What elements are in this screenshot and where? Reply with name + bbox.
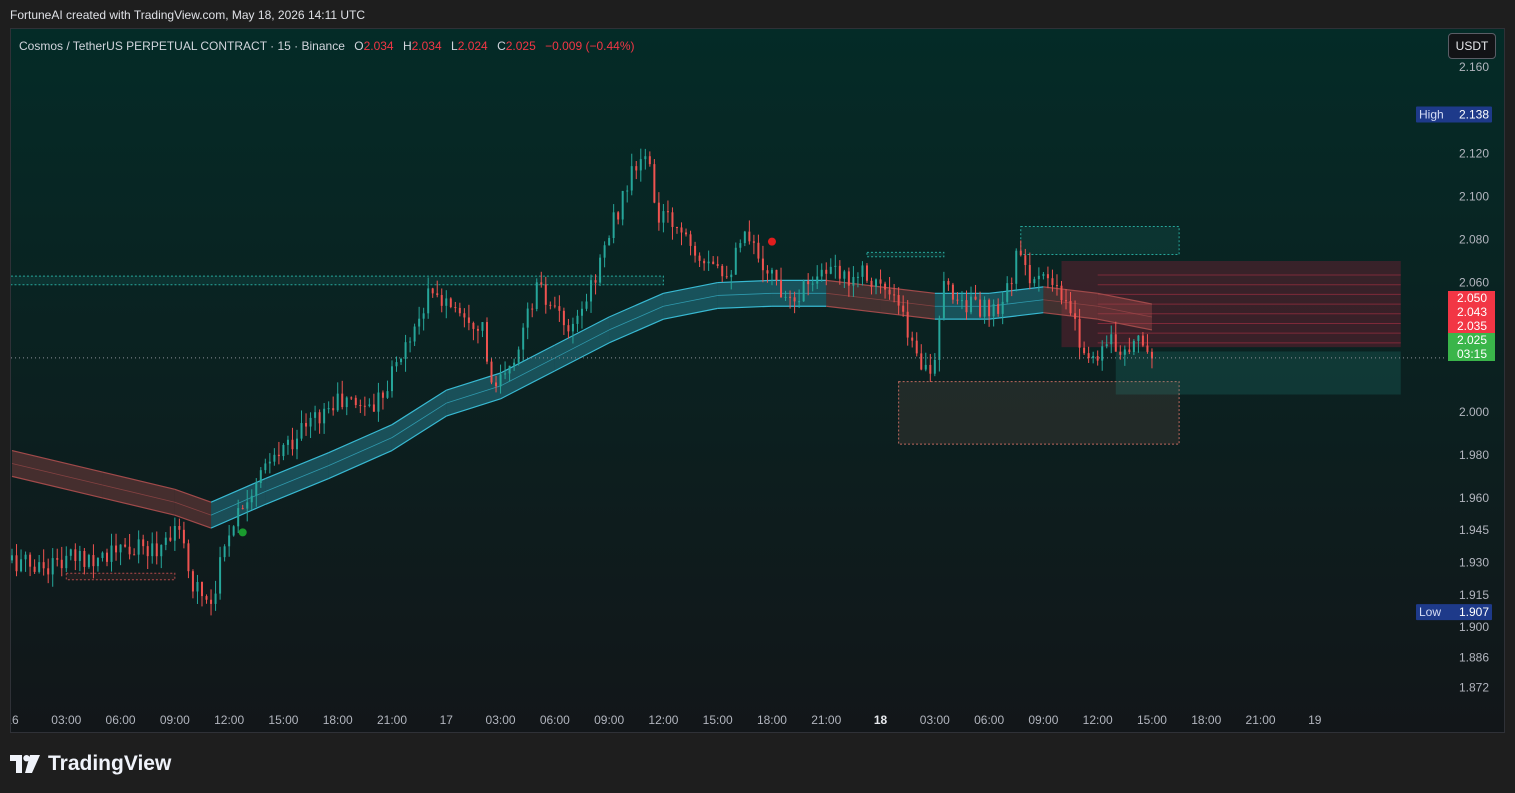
candle [232, 525, 235, 537]
brand-name: TradingView [48, 752, 172, 775]
x-tick-label: 12:00 [1083, 713, 1113, 727]
x-tick-label: 18:00 [323, 713, 353, 727]
x-tick-label: 03:00 [920, 713, 950, 727]
x-tick-label: 06:00 [974, 713, 1004, 727]
tradingview-brand[interactable]: TradingView [10, 750, 171, 778]
y-tick-label: 1.960 [1459, 491, 1489, 505]
low-label-text: Low [1419, 605, 1441, 619]
zone-demand-0 [11, 275, 664, 286]
legend-change: −0.009 (−0.44%) [545, 39, 635, 53]
right-price-tag: 2.025 [1448, 333, 1495, 347]
y-tick-label: 2.160 [1459, 60, 1489, 74]
right-price-tag-text: 2.050 [1457, 291, 1487, 305]
signal-sell-dot [767, 237, 776, 246]
y-tick-label: 2.000 [1459, 405, 1489, 419]
y-tick-label: 1.886 [1459, 650, 1489, 664]
legend-high-label: H [402, 39, 412, 53]
low-label-tag: Low 1.907 [1416, 604, 1492, 621]
currency-button[interactable]: USDT [1448, 33, 1496, 59]
x-tick-label: 09:00 [1028, 713, 1058, 727]
x-tick-label: 09:00 [160, 713, 190, 727]
x-tick-label: 03:00 [486, 713, 516, 727]
right-price-tag-text: 2.025 [1457, 333, 1487, 347]
x-tick-label: 19 [1308, 713, 1322, 727]
zone-demand-line-4 [866, 251, 945, 258]
high-label-tag: High 2.138 [1416, 106, 1492, 123]
candle [87, 553, 90, 569]
x-tick-label: 15:00 [268, 713, 298, 727]
legend-open-value: 2.034 [363, 39, 394, 53]
x-tick-label: 09:00 [594, 713, 624, 727]
x-tick-label: 18 [874, 713, 888, 727]
candle [485, 317, 488, 365]
high-label-text: High [1419, 108, 1444, 122]
right-price-tag: 03:15 [1448, 347, 1495, 361]
low-value-text: 1.907 [1459, 605, 1489, 619]
high-value-text: 2.138 [1459, 108, 1489, 122]
right-price-tag: 2.043 [1448, 305, 1495, 319]
legend-low-value: 2.024 [457, 39, 488, 53]
candle [490, 358, 493, 385]
zone-right-demand-6 [1115, 351, 1401, 395]
legend-high-value: 2.034 [411, 39, 442, 53]
candle [865, 263, 868, 283]
x-tick-label: 21:00 [377, 713, 407, 727]
legend-close-label: C [497, 39, 506, 53]
right-price-tag-text: 2.043 [1457, 305, 1487, 319]
right-price-tag: 2.035 [1448, 319, 1495, 333]
x-tick-label: 03:00 [51, 713, 81, 727]
chart-caption: FortuneAI created with TradingView.com, … [10, 8, 366, 22]
chart-frame[interactable]: 2.160 2.120 2.100 2.080 2.060 2.000 1.980 1.960… [10, 28, 1505, 733]
candle [802, 279, 805, 302]
x-tick-label: 15:00 [703, 713, 733, 727]
tradingview-logo-icon [10, 755, 40, 773]
x-tick-label: 18:00 [757, 713, 787, 727]
right-price-tag-text: 03:15 [1457, 347, 1487, 361]
candle [449, 297, 452, 309]
legend-low-label: L [451, 39, 458, 53]
x-tick-label: 06:00 [540, 713, 570, 727]
right-price-tag: 2.050 [1448, 291, 1495, 305]
ohlc-legend: Cosmos / TetherUS PERPETUAL CONTRACT · 1… [19, 39, 635, 53]
candle [535, 278, 538, 312]
y-tick-label: 1.900 [1459, 620, 1489, 634]
legend-open-label: O [354, 39, 364, 53]
candle [599, 254, 602, 287]
x-tick-label: 15:00 [1137, 713, 1167, 727]
y-tick-label: 1.872 [1459, 680, 1489, 694]
x-tick-label: 21:00 [811, 713, 841, 727]
zone-demand-top-3 [1020, 226, 1180, 256]
y-tick-label: 2.060 [1459, 276, 1489, 290]
x-tick-label: 12:00 [648, 713, 678, 727]
y-tick-label: 2.120 [1459, 146, 1489, 160]
candle [653, 159, 656, 204]
x-tick-label: 17 [440, 713, 454, 727]
x-tick-label: 06:00 [106, 713, 136, 727]
x-tick-label: 16 [11, 713, 19, 727]
price-chart[interactable]: 2.160 2.120 2.100 2.080 2.060 2.000 1.980 1.960… [11, 29, 1504, 732]
right-price-tag-text: 2.035 [1457, 319, 1487, 333]
y-tick-label: 2.100 [1459, 189, 1489, 203]
zone-supply-dotted-1 [65, 572, 176, 581]
x-tick-label: 18:00 [1191, 713, 1221, 727]
signal-buy-dot [238, 528, 247, 537]
y-tick-label: 1.945 [1459, 523, 1489, 537]
y-tick-label: 2.080 [1459, 232, 1489, 246]
x-tick-label: 21:00 [1246, 713, 1276, 727]
legend-close-value: 2.025 [505, 39, 536, 53]
legend-symbol[interactable]: Cosmos / TetherUS PERPETUAL CONTRACT · 1… [19, 39, 345, 53]
x-tick-label: 12:00 [214, 713, 244, 727]
y-tick-label: 1.980 [1459, 448, 1489, 462]
y-tick-label: 1.930 [1459, 556, 1489, 570]
y-tick-label: 1.915 [1459, 588, 1489, 602]
